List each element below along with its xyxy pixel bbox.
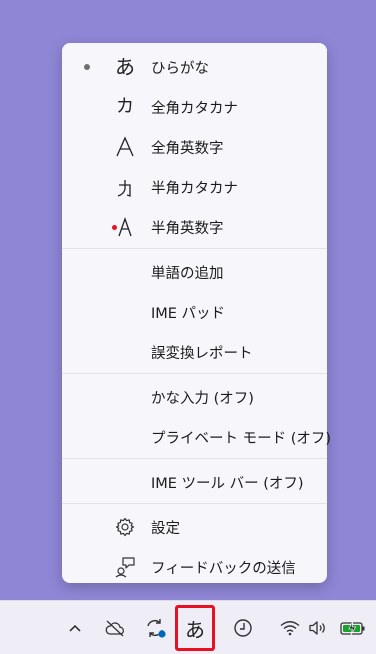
menu-item-label: フィードバックの送信: [151, 560, 296, 577]
ime-context-menu: あ ひらがな カ 全角カタカナ 全角英数字 半角カタカナ 半角英数字 単語の追加…: [62, 43, 331, 583]
feedback-icon: [112, 556, 138, 578]
gear-icon: [112, 517, 138, 537]
menu-divider: [62, 373, 327, 374]
menu-item-label: 誤変換レポート: [151, 345, 253, 362]
menu-item-ime-pad[interactable]: IME パッド: [62, 292, 327, 332]
speaker-icon[interactable]: [306, 601, 330, 654]
wifi-icon[interactable]: [278, 601, 302, 654]
menu-item-send-feedback[interactable]: フィードバックの送信: [62, 547, 327, 587]
menu-item-settings[interactable]: 設定: [62, 507, 327, 547]
chevron-up-icon[interactable]: [62, 601, 88, 654]
menu-item-label: 全角カタカナ: [151, 100, 238, 117]
taskbar: あ: [0, 600, 376, 654]
ime-mode-indicator[interactable]: あ: [175, 605, 215, 651]
menu-item-label: 単語の追加: [151, 265, 224, 282]
menu-item-label: プライベート モード (オフ): [151, 430, 332, 447]
menu-divider: [62, 503, 327, 504]
menu-item-label: IME パッド: [151, 305, 226, 322]
battery-charging-icon[interactable]: [338, 601, 368, 654]
selected-bullet: [84, 64, 90, 70]
menu-item-misconversion-report[interactable]: 誤変換レポート: [62, 332, 327, 372]
menu-item-label: かな入力 (オフ): [151, 390, 254, 407]
menu-item-kana-input[interactable]: かな入力 (オフ): [62, 377, 327, 417]
halfwidth-katakana-glyph-icon: [112, 176, 138, 198]
menu-item-label: ひらがな: [151, 60, 209, 77]
menu-item-halfwidth-alphanumeric[interactable]: 半角英数字: [62, 207, 327, 247]
sync-icon[interactable]: [140, 601, 170, 654]
menu-item-label: 半角カタカナ: [151, 180, 238, 197]
menu-item-private-mode[interactable]: プライベート モード (オフ): [62, 417, 331, 457]
menu-item-fullwidth-katakana[interactable]: カ 全角カタカナ: [62, 87, 327, 127]
menu-item-label: 設定: [151, 520, 180, 537]
fullwidth-a-glyph-icon: [112, 136, 138, 158]
halfwidth-a-glyph-icon: [112, 216, 138, 238]
menu-divider: [62, 248, 327, 249]
menu-item-label: 全角英数字: [151, 140, 224, 157]
menu-item-fullwidth-alphanumeric[interactable]: 全角英数字: [62, 127, 327, 167]
menu-item-add-word[interactable]: 単語の追加: [62, 252, 327, 292]
menu-item-hiragana[interactable]: あ ひらがな: [62, 47, 327, 87]
katakana-glyph-icon: カ: [116, 96, 134, 117]
menu-item-label: IME ツール バー (オフ): [151, 475, 304, 492]
menu-item-halfwidth-katakana[interactable]: 半角カタカナ: [62, 167, 327, 207]
hiragana-glyph-icon: あ: [115, 55, 135, 79]
menu-item-label: 半角英数字: [151, 220, 224, 237]
menu-divider: [62, 458, 327, 459]
menu-item-ime-toolbar[interactable]: IME ツール バー (オフ): [62, 462, 327, 502]
cloud-off-icon[interactable]: [100, 601, 130, 654]
focus-clock-icon[interactable]: [228, 601, 258, 654]
